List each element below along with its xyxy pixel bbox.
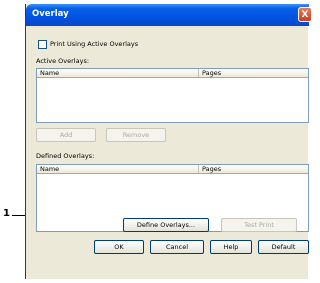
default-button[interactable]: Default [258,240,309,254]
column-header-pages[interactable]: Pages [199,165,310,173]
ok-button[interactable]: OK [94,240,144,254]
define-overlays-button[interactable]: Define Overlays... [123,218,209,232]
defined-overlays-label: Defined Overlays: [36,152,95,160]
overlay-dialog: Overlay X Print Using Active Overlays Ac… [25,4,312,279]
dialog-title: Overlay [32,9,69,19]
column-header-name[interactable]: Name [37,165,199,173]
remove-button[interactable]: Remove [106,128,166,142]
title-bar: Overlay X [26,4,312,26]
cancel-button[interactable]: Cancel [150,240,204,254]
active-overlays-header: Name Pages [37,69,308,78]
test-print-button[interactable]: Test Print [221,218,297,232]
column-header-name[interactable]: Name [37,69,199,77]
help-button[interactable]: Help [210,240,252,254]
active-overlays-list[interactable]: Name Pages [36,68,309,123]
active-overlays-label: Active Overlays: [36,57,90,65]
add-button[interactable]: Add [36,128,96,142]
column-header-pages[interactable]: Pages [199,69,310,77]
defined-overlays-header: Name Pages [37,165,308,174]
print-active-overlays-label: Print Using Active Overlays [50,40,139,48]
close-button[interactable]: X [298,7,312,22]
print-active-overlays-checkbox[interactable] [38,40,47,49]
callout-number: 1 [3,208,10,219]
